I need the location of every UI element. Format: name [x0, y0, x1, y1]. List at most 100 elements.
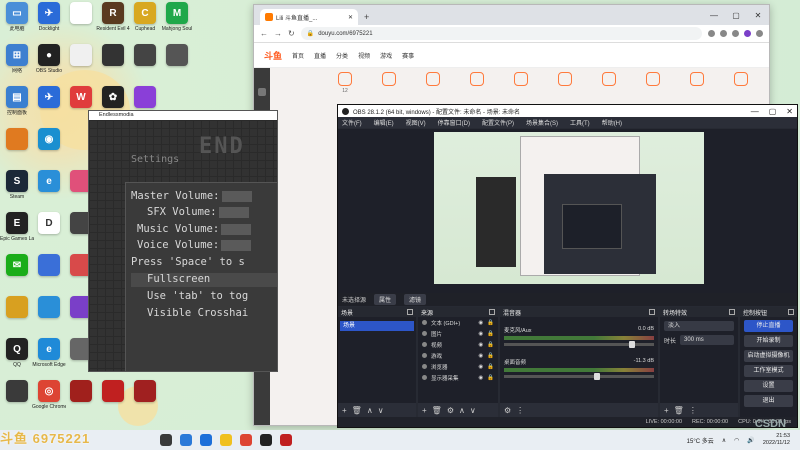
desktop-icon[interactable]: ▤ 控制面板 [0, 86, 34, 116]
menu-item[interactable]: 场景集合(S) [526, 118, 558, 127]
menu-icon[interactable]: ⋮ [516, 406, 524, 415]
task-view-icon[interactable] [160, 434, 172, 446]
file-explorer-icon[interactable] [220, 434, 232, 446]
desktop-icon[interactable]: ◎ Google Chrome [32, 380, 66, 410]
maximize-icon[interactable]: ▢ [769, 107, 777, 116]
sfx-volume-slider[interactable] [218, 206, 249, 218]
desktop-icon[interactable]: M Mahjong Soul [160, 2, 194, 32]
desktop-icon[interactable] [32, 296, 66, 320]
menu-icon[interactable]: ⋮ [689, 406, 697, 415]
desktop-icon[interactable]: ✈ [32, 86, 66, 110]
clock[interactable]: 21:53 2022/11/12 [763, 433, 790, 447]
desktop-icon[interactable]: S Steam [0, 170, 34, 200]
undock-icon[interactable] [489, 309, 495, 315]
slider-handle[interactable] [628, 341, 635, 348]
properties-button[interactable]: 属性 [374, 294, 397, 305]
volume-slider[interactable] [504, 341, 654, 348]
minimize-icon[interactable]: — [751, 107, 759, 116]
gear-icon[interactable]: ⚙ [447, 406, 454, 415]
desktop-icon[interactable] [0, 380, 34, 404]
add-icon[interactable]: + [342, 406, 347, 415]
profile-avatar[interactable] [744, 30, 751, 37]
desktop-icon[interactable]: ● OBS Studio [32, 44, 66, 74]
virtual-camera-button[interactable]: 启动虚拟摄像机 [744, 350, 793, 362]
delete-icon[interactable]: 🗑 [432, 406, 442, 415]
music-volume-row[interactable]: Music Volume: [137, 223, 252, 235]
up-icon[interactable]: ∧ [459, 406, 465, 415]
extension-icon[interactable] [732, 30, 739, 37]
douyu-logo[interactable]: 斗鱼 [264, 49, 282, 62]
close-icon[interactable]: ✕ [786, 107, 793, 116]
fullscreen-option[interactable]: Fullscreen [131, 273, 277, 287]
up-icon[interactable]: ∧ [367, 406, 373, 415]
eye-icon[interactable]: ◉ [478, 331, 483, 337]
category-item[interactable] [730, 72, 752, 94]
source-item[interactable]: 文本 (GDI+) ◉ 🔒 [418, 317, 498, 328]
extension-icon[interactable] [708, 30, 715, 37]
desktop-icon[interactable] [128, 380, 162, 404]
desktop-icon[interactable] [128, 44, 162, 68]
app-taskbar-icon[interactable] [280, 434, 292, 446]
nav-item[interactable]: 分类 [336, 51, 348, 60]
delete-icon[interactable]: 🗑 [674, 406, 684, 415]
desktop-icon[interactable] [160, 44, 194, 68]
lock-icon[interactable]: 🔒 [487, 375, 494, 381]
weather-text[interactable]: 15°C 多云 [687, 436, 714, 445]
add-icon[interactable]: + [664, 406, 669, 415]
desktop-icon[interactable]: ✈ Docklight [32, 2, 66, 32]
desktop-icon[interactable]: ✿ [96, 86, 130, 110]
close-tab-icon[interactable]: ✕ [348, 14, 353, 21]
desktop-icon[interactable]: ◉ [32, 128, 66, 152]
desktop-icon[interactable]: e Microsoft Edge [32, 338, 66, 368]
category-item[interactable] [422, 72, 444, 94]
close-icon[interactable]: ✕ [747, 7, 769, 25]
nav-item[interactable]: 视频 [358, 51, 370, 60]
desktop-icon[interactable]: Q QQ [0, 338, 34, 368]
desktop-icon[interactable]: W [64, 86, 98, 110]
desktop-icon[interactable] [96, 380, 130, 404]
slider-handle[interactable] [594, 373, 600, 380]
source-item[interactable]: 图片 ◉ 🔒 [418, 328, 498, 339]
gear-icon[interactable]: ⚙ [504, 406, 511, 415]
sfx-volume-row[interactable]: SFX Volume: [147, 206, 249, 218]
music-volume-slider[interactable] [221, 223, 252, 235]
nav-item[interactable]: 赛事 [402, 51, 414, 60]
undock-icon[interactable] [788, 309, 794, 315]
desktop-icon[interactable]: ✉ [0, 254, 34, 278]
category-item[interactable] [466, 72, 488, 94]
eye-icon[interactable]: ◉ [478, 364, 483, 370]
back-icon[interactable]: ← [260, 29, 268, 38]
category-item[interactable] [554, 72, 576, 94]
filters-button[interactable]: 滤镜 [404, 294, 427, 305]
obs-preview[interactable] [338, 129, 797, 293]
browser-tab[interactable]: Lili 斗鱼直播_... ✕ [260, 9, 358, 25]
scene-item[interactable]: 场景 [340, 321, 414, 331]
menu-item[interactable]: 工具(T) [570, 118, 590, 127]
desktop-icon[interactable] [32, 254, 66, 278]
crosshair-option[interactable]: Visible Crosshai [131, 307, 277, 321]
tray-chevron-icon[interactable]: ∧ [722, 437, 726, 444]
desktop-icon[interactable]: ▭ 此电脑 [0, 2, 34, 32]
nav-item[interactable]: 游戏 [380, 51, 392, 60]
transition-type-select[interactable]: 淡入 [664, 321, 734, 331]
lock-icon[interactable]: 🔒 [487, 342, 494, 348]
undock-icon[interactable] [407, 309, 413, 315]
volume-slider[interactable] [504, 373, 654, 380]
desktop-icon[interactable] [0, 128, 34, 152]
voice-volume-row[interactable]: Voice Volume: [137, 239, 252, 251]
obs-taskbar-icon[interactable] [260, 434, 272, 446]
lock-icon[interactable]: 🔒 [487, 331, 494, 337]
menu-item[interactable]: 视图(V) [406, 118, 426, 127]
edge-icon[interactable] [200, 434, 212, 446]
minimize-icon[interactable]: — [703, 7, 725, 25]
stop-streaming-button[interactable]: 停止直播 [744, 320, 793, 332]
menu-item[interactable]: 编辑(E) [374, 118, 394, 127]
start-recording-button[interactable]: 开始录制 [744, 335, 793, 347]
chrome-icon[interactable] [240, 434, 252, 446]
eye-icon[interactable]: ◉ [478, 342, 483, 348]
desktop-icon[interactable] [128, 86, 162, 110]
desktop-icon[interactable]: ⊞ 网络 [0, 44, 34, 74]
desktop-icon[interactable] [0, 296, 34, 320]
source-item[interactable]: 浏览器 ◉ 🔒 [418, 361, 498, 372]
voice-volume-slider[interactable] [221, 239, 252, 251]
